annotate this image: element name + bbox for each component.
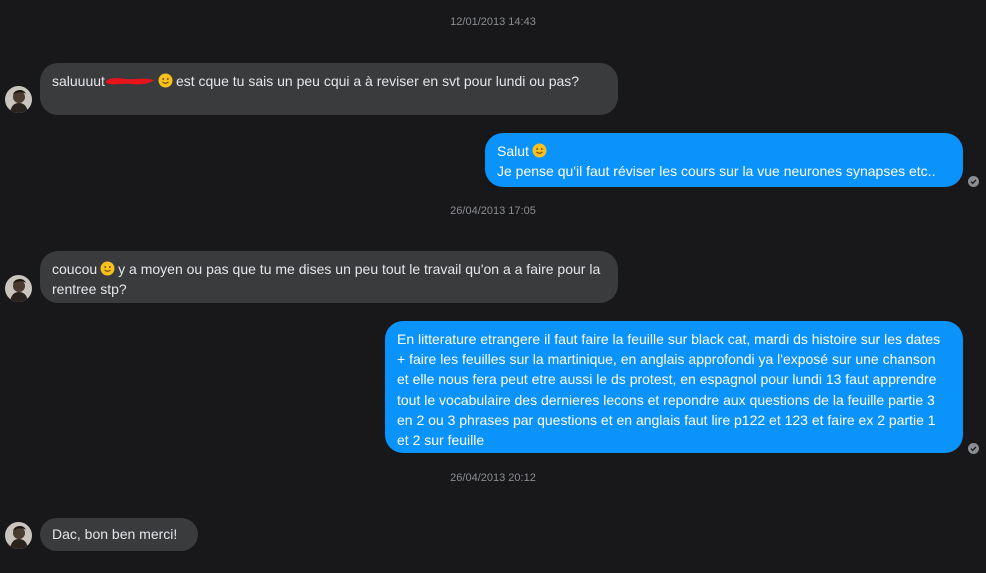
timestamp: 26/04/2013 20:12 (450, 472, 536, 484)
incoming-message-bubble[interactable]: Dac, bon ben merci! (40, 518, 198, 551)
message-text: coucou (52, 261, 98, 277)
seen-check-icon (968, 176, 979, 187)
redaction-mark (105, 75, 155, 87)
contact-avatar[interactable] (5, 522, 32, 549)
timestamp: 12/01/2013 14:43 (450, 16, 536, 28)
slightly-smiling-face-icon (100, 261, 115, 276)
message-text: En litterature etrangere il faut faire l… (397, 331, 941, 449)
incoming-message-bubble[interactable]: coucou y a moyen ou pas que tu me dises u… (40, 251, 618, 303)
contact-avatar[interactable] (5, 86, 32, 113)
message-text: Salut (497, 143, 529, 159)
incoming-message-bubble[interactable]: saluuuut est cque tu sais un peu cqui a à… (40, 63, 618, 115)
contact-avatar[interactable] (5, 275, 32, 302)
outgoing-message-bubble[interactable]: En litterature etrangere il faut faire l… (385, 321, 963, 453)
message-text: Dac, bon ben merci! (52, 526, 178, 542)
message-text: saluuuut (52, 73, 105, 89)
seen-check-icon (968, 443, 979, 454)
message-text: y a moyen ou pas que tu me dises un peu … (52, 261, 601, 298)
slightly-smiling-face-icon (532, 143, 547, 158)
message-text: est cque tu sais un peu cqui a à reviser… (175, 73, 580, 89)
slightly-smiling-face-icon (158, 73, 173, 88)
timestamp: 26/04/2013 17:05 (450, 205, 536, 217)
message-text: Je pense qu'il faut réviser les cours su… (497, 163, 936, 180)
outgoing-message-bubble[interactable]: Salut Je pense qu'il faut réviser les co… (485, 133, 963, 187)
